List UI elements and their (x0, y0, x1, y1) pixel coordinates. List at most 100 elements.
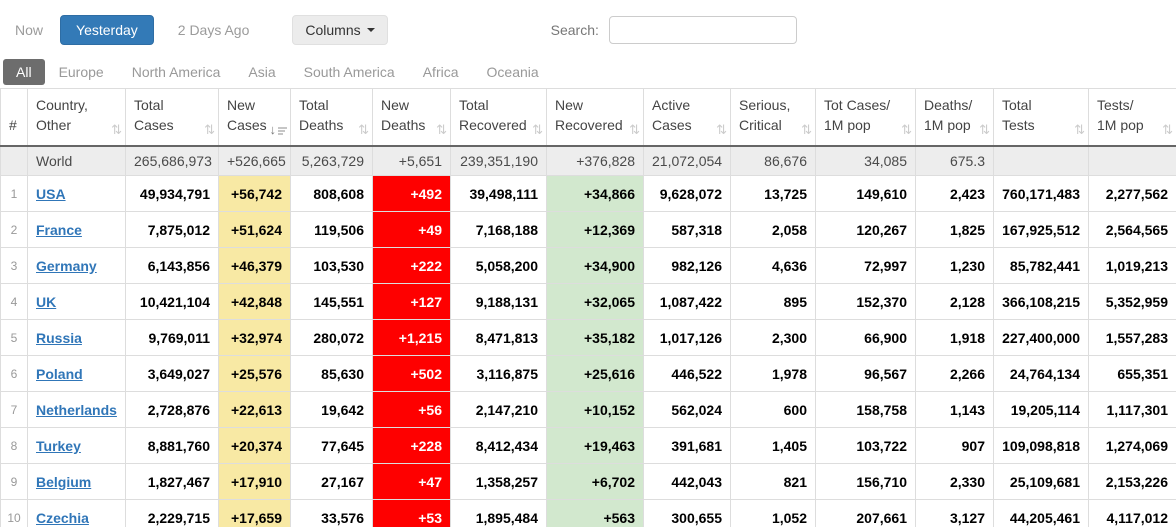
column-header-deaths_1m[interactable]: Deaths/ 1M pop⇅ (916, 89, 994, 146)
columns-dropdown-button[interactable]: Columns (292, 15, 387, 45)
cell-total_tests: 24,764,134 (994, 356, 1089, 392)
table-body: World265,686,973+526,6655,263,729+5,6512… (1, 146, 1176, 527)
cell-total_deaths: 77,645 (291, 428, 373, 464)
cell-rank: 3 (1, 248, 28, 284)
cell-tests_1m: 2,564,565 (1089, 212, 1176, 248)
table-row: 2France7,875,012+51,624119,506+497,168,1… (1, 212, 1176, 248)
country-link[interactable]: USA (36, 186, 66, 202)
tab-europe[interactable]: Europe (45, 59, 118, 85)
search-area: Search: (551, 16, 797, 44)
country-link[interactable]: UK (36, 294, 56, 310)
cell-total_tests: 85,782,441 (994, 248, 1089, 284)
cell-total_cases: 2,229,715 (126, 500, 219, 527)
cell-total_deaths: 33,576 (291, 500, 373, 527)
sort-icon: ⇅ (716, 123, 727, 136)
cell-total_cases: 49,934,791 (126, 176, 219, 212)
cell-total_cases: 6,143,856 (126, 248, 219, 284)
cell-rank: 10 (1, 500, 28, 527)
column-label: Total Recovered (459, 97, 527, 133)
cell-new_cases: +42,848 (219, 284, 291, 320)
country-link[interactable]: Poland (36, 366, 83, 382)
column-header-new_recovered[interactable]: New Recovered⇅ (547, 89, 644, 146)
column-header-tot_cases_1m[interactable]: Tot Cases/ 1M pop⇅ (816, 89, 916, 146)
cell-tests_1m: 4,117,012 (1089, 500, 1176, 527)
cell-tests_1m: 1,274,069 (1089, 428, 1176, 464)
now-button[interactable]: Now (15, 22, 43, 38)
country-link[interactable]: France (36, 222, 82, 238)
sort-icon: ⇅ (979, 123, 990, 136)
cell-rank: 5 (1, 320, 28, 356)
cell-total_recovered: 239,351,190 (451, 146, 547, 176)
column-header-total_recovered[interactable]: Total Recovered⇅ (451, 89, 547, 146)
cell-total_deaths: 19,642 (291, 392, 373, 428)
tab-south-america[interactable]: South America (290, 59, 409, 85)
tab-oceania[interactable]: Oceania (473, 59, 553, 85)
column-header-total_deaths[interactable]: Total Deaths⇅ (291, 89, 373, 146)
column-header-serious_critical[interactable]: Serious, Critical ⇅ (731, 89, 816, 146)
sort-icon: ⇅ (1074, 123, 1085, 136)
cell-total_tests: 760,171,483 (994, 176, 1089, 212)
tab-north-america[interactable]: North America (118, 59, 235, 85)
column-header-new_cases[interactable]: New Cases↓ (219, 89, 291, 146)
tab-all[interactable]: All (3, 59, 45, 85)
country-link[interactable]: Russia (36, 330, 82, 346)
tab-africa[interactable]: Africa (409, 59, 473, 85)
sort-icon: ⇅ (801, 123, 812, 136)
country-link[interactable]: Turkey (36, 438, 81, 454)
cell-total_tests (994, 146, 1089, 176)
search-input[interactable] (609, 16, 797, 44)
country-link[interactable]: Germany (36, 258, 97, 274)
cell-total_cases: 2,728,876 (126, 392, 219, 428)
cell-new_recovered: +6,702 (547, 464, 644, 500)
cell-deaths_1m: 907 (916, 428, 994, 464)
covid-stats-page: Now Yesterday 2 Days Ago Columns Search:… (0, 0, 1176, 527)
tab-asia[interactable]: Asia (234, 59, 289, 85)
cell-country: USA (28, 176, 126, 212)
column-header-total_cases[interactable]: Total Cases⇅ (126, 89, 219, 146)
toolbar: Now Yesterday 2 Days Ago Columns Search: (0, 0, 1176, 56)
cell-country: Poland (28, 356, 126, 392)
column-label: Serious, Critical (739, 97, 790, 133)
cell-total_deaths: 85,630 (291, 356, 373, 392)
cell-deaths_1m: 2,128 (916, 284, 994, 320)
column-label: Country, Other (36, 97, 88, 133)
cell-deaths_1m: 675.3 (916, 146, 994, 176)
column-header-tests_1m[interactable]: Tests/ 1M pop⇅ (1089, 89, 1176, 146)
cell-serious_critical: 4,636 (731, 248, 816, 284)
cell-tot_cases_1m: 158,758 (816, 392, 916, 428)
column-header-active_cases[interactable]: Active Cases⇅ (644, 89, 731, 146)
sort-icon: ⇅ (358, 123, 369, 136)
cell-active_cases: 442,043 (644, 464, 731, 500)
country-link[interactable]: Czechia (36, 510, 89, 526)
cell-total_cases: 3,649,027 (126, 356, 219, 392)
cell-serious_critical: 86,676 (731, 146, 816, 176)
cell-new_deaths: +222 (373, 248, 451, 284)
column-header-total_tests[interactable]: Total Tests⇅ (994, 89, 1089, 146)
two-days-ago-button[interactable]: 2 Days Ago (178, 22, 250, 38)
cell-total_recovered: 3,116,875 (451, 356, 547, 392)
cell-active_cases: 982,126 (644, 248, 731, 284)
table-row: 1USA49,934,791+56,742808,608+49239,498,1… (1, 176, 1176, 212)
sort-icon: ⇅ (1162, 123, 1173, 136)
cell-deaths_1m: 1,230 (916, 248, 994, 284)
cell-total_recovered: 9,188,131 (451, 284, 547, 320)
cell-total_tests: 25,109,681 (994, 464, 1089, 500)
country-link[interactable]: Netherlands (36, 402, 117, 418)
cell-active_cases: 21,072,054 (644, 146, 731, 176)
table-row: 6Poland3,649,027+25,57685,630+5023,116,8… (1, 356, 1176, 392)
yesterday-button[interactable]: Yesterday (60, 15, 154, 45)
cell-tot_cases_1m: 66,900 (816, 320, 916, 356)
cell-new_deaths: +53 (373, 500, 451, 527)
cell-total_deaths: 280,072 (291, 320, 373, 356)
table-row: 4UK10,421,104+42,848145,551+1279,188,131… (1, 284, 1176, 320)
column-header-country[interactable]: Country, Other⇅ (28, 89, 126, 146)
cell-tests_1m: 655,351 (1089, 356, 1176, 392)
cell-new_deaths: +228 (373, 428, 451, 464)
cell-total_recovered: 5,058,200 (451, 248, 547, 284)
cell-total_tests: 227,400,000 (994, 320, 1089, 356)
country-link[interactable]: Belgium (36, 474, 91, 490)
cell-new_deaths: +492 (373, 176, 451, 212)
cell-new_cases: +56,742 (219, 176, 291, 212)
column-header-new_deaths[interactable]: New Deaths⇅ (373, 89, 451, 146)
cell-deaths_1m: 1,825 (916, 212, 994, 248)
